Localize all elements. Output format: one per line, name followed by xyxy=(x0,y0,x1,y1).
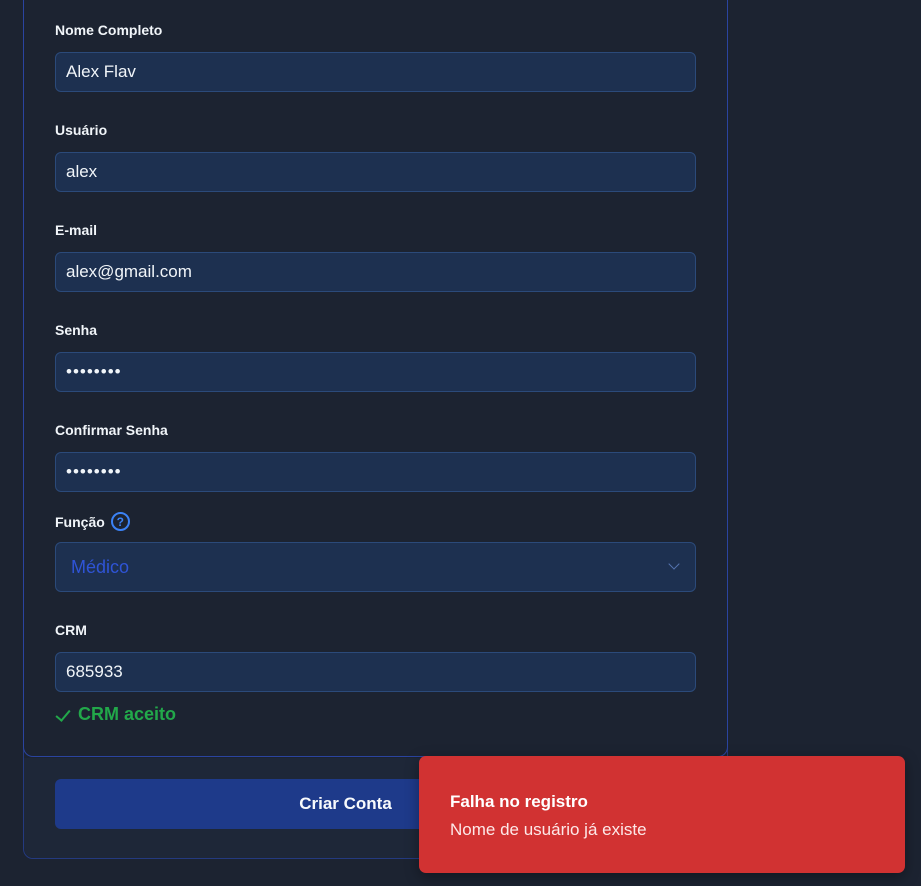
confirm-password-label: Confirmar Senha xyxy=(55,422,168,438)
toast-title: Falha no registro xyxy=(450,792,588,811)
toast-message: Nome de usuário já existe xyxy=(450,820,647,839)
full-name-label: Nome Completo xyxy=(55,22,163,38)
role-select[interactable]: Médico xyxy=(55,542,696,592)
role-label: Função xyxy=(55,513,105,530)
register-page: Nome Completo Usuário E-mail Senha Confi… xyxy=(0,0,921,886)
username-label: Usuário xyxy=(55,122,108,138)
email-input[interactable] xyxy=(55,252,696,292)
username-input[interactable] xyxy=(55,152,696,192)
password-input[interactable] xyxy=(55,352,696,392)
check-icon xyxy=(57,710,72,719)
role-label-row: Função ? xyxy=(55,512,130,531)
full-name-input[interactable] xyxy=(55,52,696,92)
help-icon[interactable]: ? xyxy=(110,512,130,531)
email-label: E-mail xyxy=(55,222,98,238)
crm-validation: CRM aceito xyxy=(57,704,176,725)
chevron-down-icon xyxy=(669,562,679,572)
error-toast[interactable]: Falha no registro Nome de usuário já exi… xyxy=(419,756,905,873)
crm-label: CRM xyxy=(55,622,87,638)
crm-validation-text: CRM aceito xyxy=(78,704,177,724)
password-label: Senha xyxy=(55,322,98,338)
crm-input[interactable] xyxy=(55,652,696,692)
confirm-password-input[interactable] xyxy=(55,452,696,492)
role-select-value: Médico xyxy=(71,556,130,577)
